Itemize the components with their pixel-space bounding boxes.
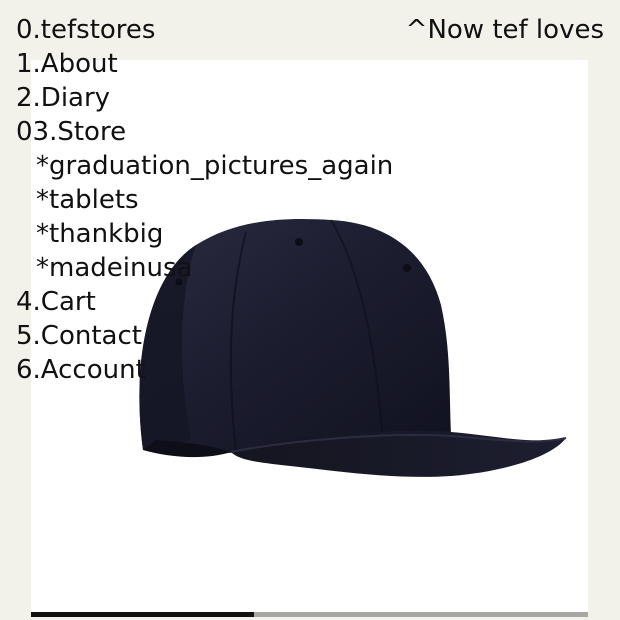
nav-item-cart: 4.Cart (16, 285, 393, 319)
nav-sublink-tablets[interactable]: *tablets (36, 185, 139, 215)
carousel-progress-fill (31, 612, 254, 617)
nav-item-account: 6.Account (16, 353, 393, 387)
nav-link-diary[interactable]: 2.Diary (16, 83, 110, 113)
site-title[interactable]: 0.tefstores (16, 13, 155, 47)
nav-subitem-madeinusa: *madeinusa (16, 251, 393, 285)
nav-subitem-tablets: *tablets (16, 183, 393, 217)
nav-link-about[interactable]: 1.About (16, 49, 118, 79)
image-carousel-progress[interactable] (31, 612, 588, 617)
nav-item-contact: 5.Contact (16, 319, 393, 353)
nav-link-store[interactable]: 03.Store (16, 117, 126, 147)
nav-item-store: 03.Store (16, 115, 393, 149)
nav-link-cart[interactable]: 4.Cart (16, 287, 96, 317)
nav-item-diary: 2.Diary (16, 81, 393, 115)
nav-item-about: 1.About (16, 47, 393, 81)
nav-link-account[interactable]: 6.Account (16, 355, 146, 385)
now-loves-link[interactable]: ^Now tef loves (406, 13, 604, 47)
nav-subitem-graduation-pictures-again: *graduation_pictures_again (16, 149, 393, 183)
main-nav: 1.About 2.Diary 03.Store *graduation_pic… (16, 47, 393, 387)
nav-subitem-thankbig: *thankbig (16, 217, 393, 251)
nav-sublink-madeinusa[interactable]: *madeinusa (36, 253, 192, 283)
nav-sublink-thankbig[interactable]: *thankbig (36, 219, 163, 249)
nav-sublink-graduation-pictures-again[interactable]: *graduation_pictures_again (36, 151, 393, 181)
nav-link-contact[interactable]: 5.Contact (16, 321, 142, 351)
